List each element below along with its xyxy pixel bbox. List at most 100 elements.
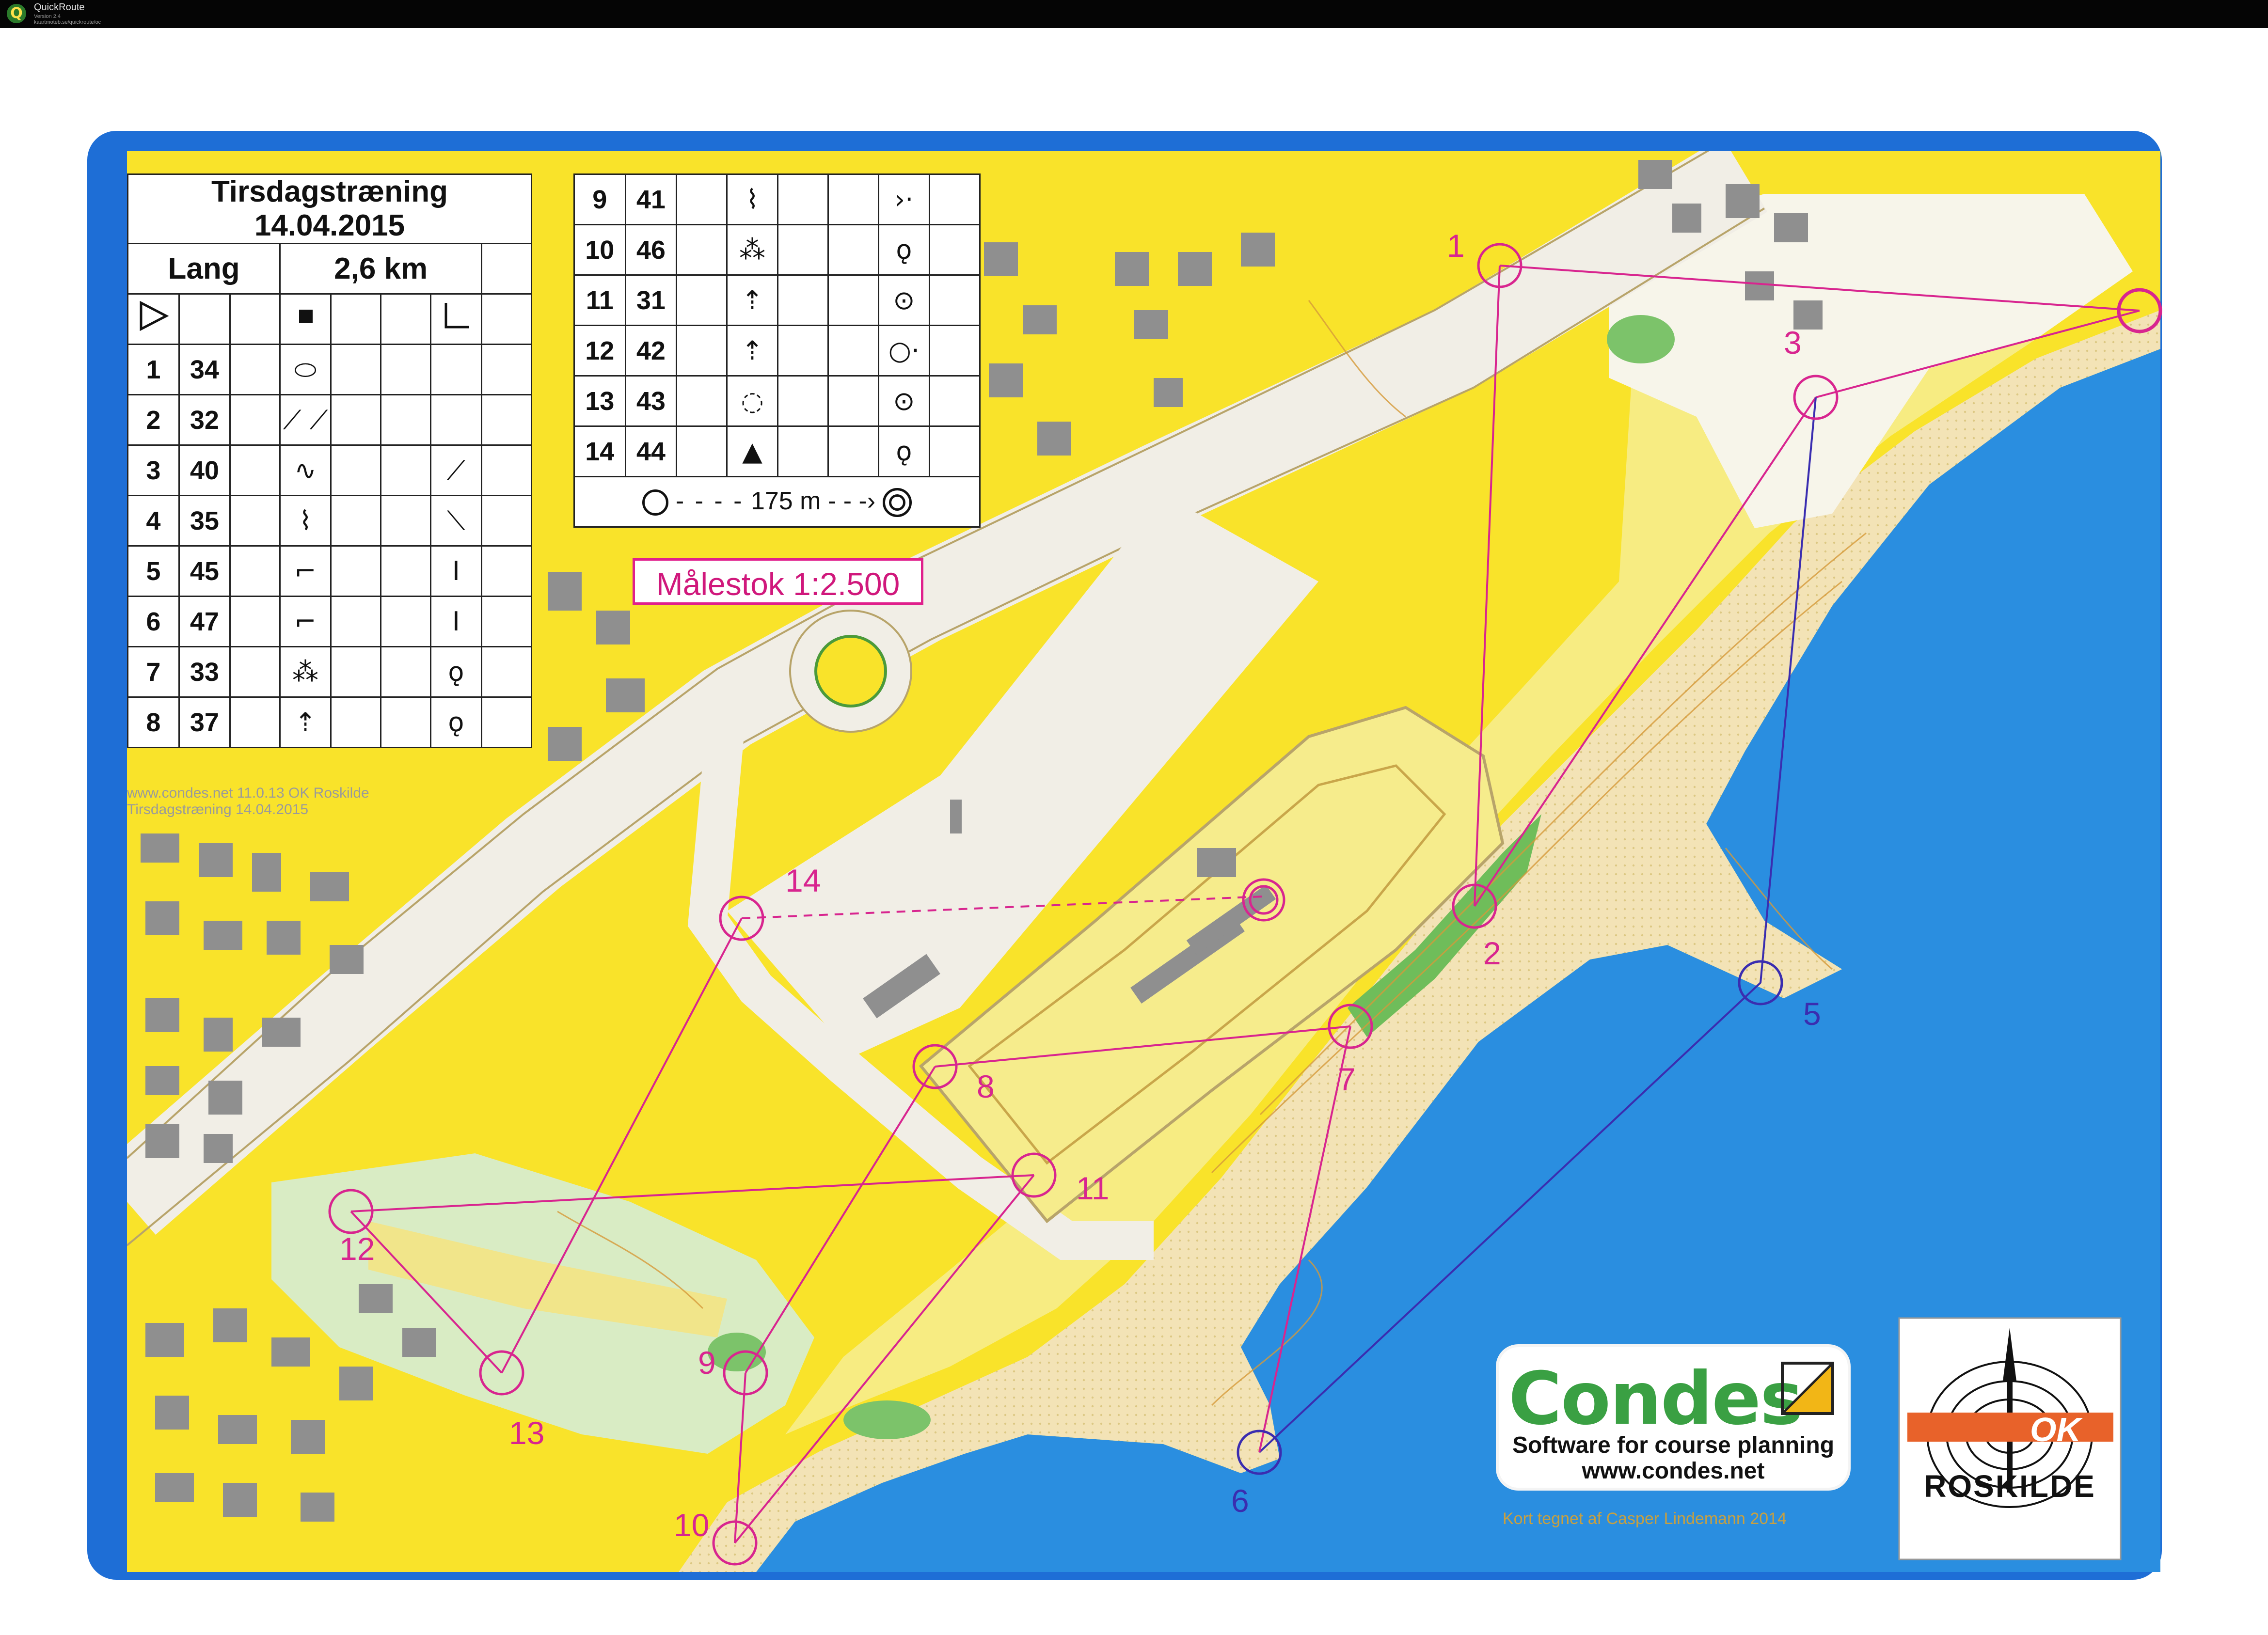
forest-patch-sw [708,1333,766,1371]
symbol-cell [481,444,532,496]
symbol-cell: ⟍ [429,495,483,547]
description-symbol-icon: ◌ [741,386,764,416]
finish-start-circle-icon [642,489,669,516]
control-label: 9 [698,1345,716,1381]
control-row: 2 32 ⟋ ⟋ [127,394,532,446]
symbol-cell [380,444,431,496]
symbol-cell [229,646,281,698]
symbol-cell [676,274,728,326]
control-row: 13 43 ◌ ⊙ [573,375,981,427]
symbol-cell [229,596,281,647]
symbol-cell: ⬭ [279,344,332,395]
symbol-cell: ǫ [877,425,931,477]
control-row: 10 46 ⁂ ǫ [573,224,981,276]
symbol-cell: ⌐ [279,545,332,597]
symbol-cell [676,325,728,377]
symbol-cell [380,394,431,446]
description-symbol-icon: ⟋ ⟋ [283,404,328,435]
control-number: 7 [127,646,180,698]
symbol-cell [330,495,381,547]
club-logo-mark: OK [2030,1411,2081,1448]
symbol-cell [777,224,829,276]
description-symbol-icon: ○· [888,335,920,366]
description-symbol-icon: ⇡ [741,335,763,366]
square-symbol-icon [299,310,313,323]
blank-cell [330,293,381,345]
map-credit: Kort tegnet af Casper Lindemann 2014 [1503,1509,1787,1528]
condes-triangle-icon [1783,1364,1832,1413]
description-symbol-icon: ⌐ [294,556,317,586]
club-logo: OK ROSKILDE [1899,1318,2121,1559]
symbol-cell [929,224,981,276]
description-symbol-icon: ⟋ [446,455,465,486]
symbol-cell [330,344,381,395]
symbol-cell [929,173,981,225]
symbol-cell [777,325,829,377]
symbol-cell: ○· [877,325,931,377]
symbol-cell: ›· [877,173,931,225]
control-row: 8 37 ⇡ ǫ [127,696,532,748]
symbol-cell [330,596,381,647]
description-symbol-icon: ▲ [742,436,762,467]
symbol-cell: ⟋ [429,444,483,496]
symbol-cell [481,394,532,446]
symbol-cell [481,344,532,395]
control-description-sheet-left: Tirsdagstræning 14.04.2015 Lang 2,6 km 1… [127,173,532,748]
symbol-cell [929,375,981,427]
finish-arrow: - - -› [827,487,876,515]
control-number: 8 [127,696,180,748]
symbol-cell: ⇡ [726,325,779,377]
symbol-cell [777,375,829,427]
description-symbol-icon: ǫ [896,235,912,265]
control-label: 1 [1447,228,1465,264]
symbol-cell [827,325,879,377]
control-description-sheet-right: 9 41 ⌇ ›· 10 46 ⁂ ǫ 11 31 ⇡ ⊙ 12 42 ⇡ ○· 13 43 ◌ ⊙ 14 44 ▲ ǫ - … [573,173,981,528]
symbol-cell [229,696,281,748]
control-label: 7 [1338,1061,1356,1097]
course-class: Lang [127,243,281,295]
control-code: 33 [178,646,231,698]
description-symbol-icon: ⇡ [741,285,763,315]
control-row: 12 42 ⇡ ○· [573,325,981,377]
control-rows-left: 1 34 ⬭ 2 32 ⟋ ⟋ 3 40 ∿ ⟋ 4 35 ⌇ ⟍ 5 45 ⌐ Ι 6 47 ⌐ Ι 7 33 ⁂ ǫ 8 37 ⇡ ǫ [127,344,532,748]
control-label: 5 [1803,996,1821,1032]
control-number: 13 [573,375,626,427]
symbol-cell: ▲ [726,425,779,477]
finish-double-circle-icon [882,488,912,518]
control-code: 34 [178,344,231,395]
corner-symbol-icon [444,303,469,329]
description-symbol-icon: Ι [452,606,460,637]
symbol-cell [676,173,728,225]
blank-cell [481,293,532,345]
symbol-cell [229,495,281,547]
description-symbol-icon: ⊙ [893,386,915,416]
event-name: Tirsdagstræning [211,175,448,208]
description-symbol-icon: ⁂ [739,235,766,265]
symbol-cell: Ι [429,596,483,647]
control-rows-right: 9 41 ⌇ ›· 10 46 ⁂ ǫ 11 31 ⇡ ⊙ 12 42 ⇡ ○· 13 43 ◌ ⊙ 14 44 ▲ ǫ [573,173,981,477]
symbol-cell [330,696,381,748]
symbol-cell [330,545,381,597]
symbol-cell: ⇡ [726,274,779,326]
blank-cell [380,293,431,345]
finish-row: - - - - 175 m - - -› [573,476,981,528]
description-symbol-icon: ⌐ [294,606,317,637]
watermark: www.condes.net 11.0.13 OK Roskilde Tirsd… [127,785,369,818]
symbol-cell [827,274,879,326]
description-symbol-icon: ⇡ [294,707,317,738]
control-code: 43 [624,375,678,427]
control-code: 32 [178,394,231,446]
control-number: 5 [127,545,180,597]
roundabout-island [814,635,887,707]
symbol-cell [827,375,879,427]
control-row: 7 33 ⁂ ǫ [127,646,532,698]
control-number: 10 [573,224,626,276]
control-row: 11 31 ⇡ ⊙ [573,274,981,326]
control-code: 42 [624,325,678,377]
finish-dash: - - - - [675,487,744,515]
symbol-cell [777,173,829,225]
control-label: 2 [1483,935,1501,971]
symbol-cell [429,394,483,446]
control-row: 4 35 ⌇ ⟍ [127,495,532,547]
control-label: 8 [977,1069,995,1104]
